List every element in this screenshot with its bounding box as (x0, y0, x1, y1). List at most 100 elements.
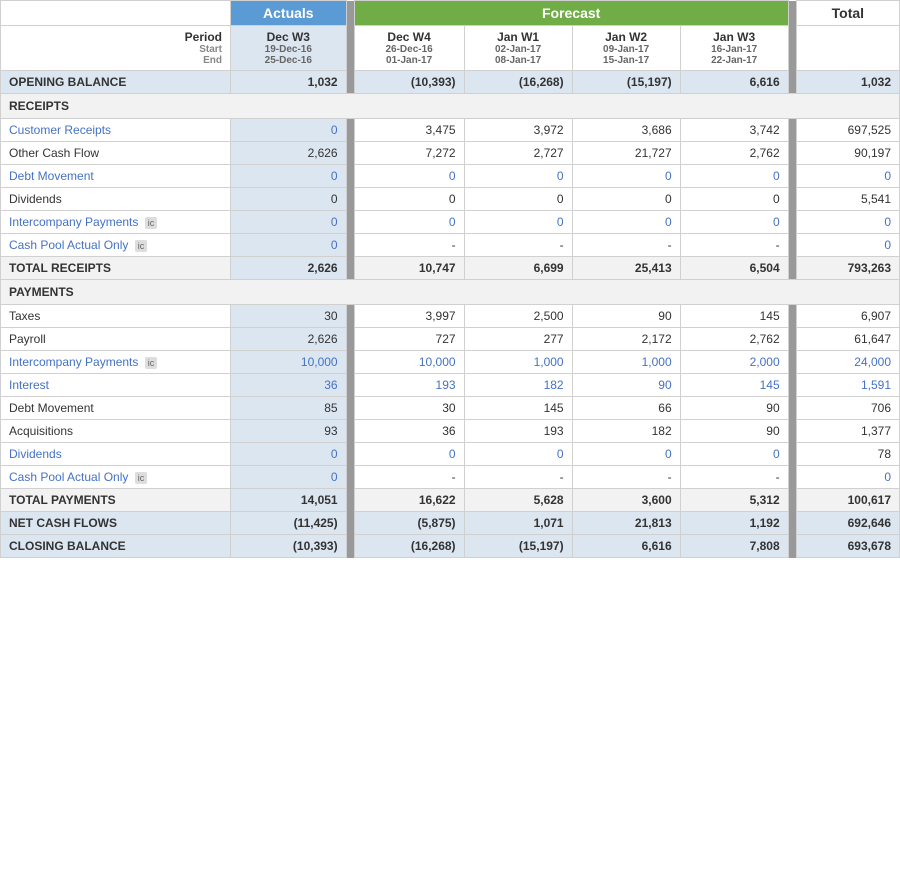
row-label: Cash Pool Actual Only ic (1, 234, 231, 257)
jan-w2-header: Jan W2 09-Jan-17 15-Jan-17 (572, 26, 680, 71)
row-label: Taxes (1, 305, 231, 328)
janW1-cell: 3,972 (464, 119, 572, 142)
total-cell: 793,263 (796, 257, 899, 280)
decW4-cell: 3,475 (354, 119, 464, 142)
row-label: Intercompany Payments ic (1, 211, 231, 234)
janW2-cell: 1,000 (572, 351, 680, 374)
row-separator-2 (788, 165, 796, 188)
janW1-cell: 1,071 (464, 512, 572, 535)
table-row: TOTAL RECEIPTS2,62610,7476,69925,4136,50… (1, 257, 900, 280)
separator-3 (346, 26, 354, 71)
janW2-cell: 182 (572, 420, 680, 443)
decW4-cell: 0 (354, 188, 464, 211)
decW4-cell: 0 (354, 211, 464, 234)
dec-w3-cell: 0 (231, 188, 347, 211)
table-row: Taxes303,9972,500901456,907 (1, 305, 900, 328)
decW4-cell: (10,393) (354, 71, 464, 94)
janW1-cell: 0 (464, 211, 572, 234)
row-separator-2 (788, 142, 796, 165)
janW3-cell: 6,504 (680, 257, 788, 280)
row-label: Dividends (1, 188, 231, 211)
period-label: Period Start End (1, 26, 231, 71)
decW4-cell: 10,747 (354, 257, 464, 280)
row-separator-2 (788, 257, 796, 280)
janW1-cell: 0 (464, 188, 572, 211)
dec-w3-cell: 0 (231, 466, 347, 489)
row-separator-2 (788, 374, 796, 397)
total-cell: 5,541 (796, 188, 899, 211)
janW2-cell: - (572, 466, 680, 489)
janW2-cell: 2,172 (572, 328, 680, 351)
decW4-cell: 36 (354, 420, 464, 443)
jan-w1-header: Jan W1 02-Jan-17 08-Jan-17 (464, 26, 572, 71)
janW2-cell: 21,813 (572, 512, 680, 535)
jan-w3-label: Jan W3 (689, 30, 780, 44)
row-separator-2 (788, 328, 796, 351)
total-cell: 100,617 (796, 489, 899, 512)
total-cell: 0 (796, 234, 899, 257)
janW3-cell: 2,762 (680, 142, 788, 165)
total-cell: 78 (796, 443, 899, 466)
dec-w3-start: 19-Dec-16 (239, 44, 338, 55)
header-group-row: Actuals Forecast Total (1, 1, 900, 26)
janW2-cell: - (572, 234, 680, 257)
janW2-cell: 0 (572, 211, 680, 234)
decW4-cell: - (354, 466, 464, 489)
total-cell: 1,591 (796, 374, 899, 397)
janW3-cell: 3,742 (680, 119, 788, 142)
janW1-cell: (16,268) (464, 71, 572, 94)
jan-w2-label: Jan W2 (581, 30, 672, 44)
dec-w3-header: Dec W3 19-Dec-16 25-Dec-16 (231, 26, 347, 71)
janW1-cell: 0 (464, 443, 572, 466)
total-cell: 1,032 (796, 71, 899, 94)
janW3-cell: 0 (680, 188, 788, 211)
total-cell: 693,678 (796, 535, 899, 558)
total-cell: 697,525 (796, 119, 899, 142)
jan-w2-start: 09-Jan-17 (581, 44, 672, 55)
cash-flow-table: Actuals Forecast Total Period Start End … (0, 0, 900, 558)
janW1-cell: 193 (464, 420, 572, 443)
jan-w1-label: Jan W1 (473, 30, 564, 44)
total-cell: 61,647 (796, 328, 899, 351)
period-text: Period (9, 30, 222, 44)
separator-4 (788, 26, 796, 71)
janW3-cell: 6,616 (680, 71, 788, 94)
jan-w3-header: Jan W3 16-Jan-17 22-Jan-17 (680, 26, 788, 71)
table-row: Dividends0000078 (1, 443, 900, 466)
column-header-row: Period Start End Dec W3 19-Dec-16 25-Dec… (1, 26, 900, 71)
janW1-cell: 2,727 (464, 142, 572, 165)
janW2-cell: 90 (572, 305, 680, 328)
row-separator-2 (788, 535, 796, 558)
row-label: Dividends (1, 443, 231, 466)
table-row: NET CASH FLOWS(11,425)(5,875)1,07121,813… (1, 512, 900, 535)
decW4-cell: (5,875) (354, 512, 464, 535)
janW1-cell: - (464, 466, 572, 489)
janW1-cell: - (464, 234, 572, 257)
janW2-cell: 66 (572, 397, 680, 420)
dec-w3-cell: 14,051 (231, 489, 347, 512)
section-header-cell: RECEIPTS (1, 94, 900, 119)
row-separator (346, 466, 354, 489)
dec-w3-cell: (10,393) (231, 535, 347, 558)
janW3-cell: 90 (680, 420, 788, 443)
row-label: Cash Pool Actual Only ic (1, 466, 231, 489)
dec-w4-label: Dec W4 (363, 30, 456, 44)
janW1-cell: 145 (464, 397, 572, 420)
janW1-cell: 5,628 (464, 489, 572, 512)
row-label: Debt Movement (1, 165, 231, 188)
row-separator-2 (788, 443, 796, 466)
decW4-cell: (16,268) (354, 535, 464, 558)
row-label: TOTAL RECEIPTS (1, 257, 231, 280)
table-row: Debt Movement000000 (1, 165, 900, 188)
decW4-cell: 0 (354, 165, 464, 188)
jan-w1-end: 08-Jan-17 (473, 55, 564, 66)
row-separator (346, 234, 354, 257)
row-label: Other Cash Flow (1, 142, 231, 165)
table-row: Cash Pool Actual Only ic0----0 (1, 466, 900, 489)
dec-w3-cell: 2,626 (231, 257, 347, 280)
table-row: Interest36193182901451,591 (1, 374, 900, 397)
janW2-cell: 0 (572, 165, 680, 188)
janW2-cell: 25,413 (572, 257, 680, 280)
janW1-cell: 0 (464, 165, 572, 188)
decW4-cell: 16,622 (354, 489, 464, 512)
